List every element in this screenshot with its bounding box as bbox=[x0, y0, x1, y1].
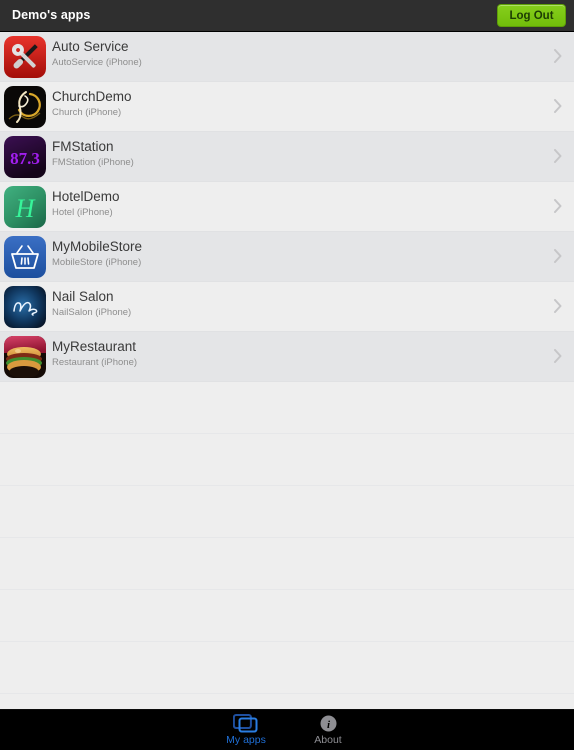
church-icon bbox=[4, 86, 46, 128]
app-subtitle: AutoService (iPhone) bbox=[52, 57, 142, 68]
empty-row bbox=[0, 642, 574, 694]
restaurant-icon bbox=[4, 336, 46, 378]
tab-my-apps-label: My apps bbox=[226, 734, 266, 746]
info-circle-icon: i bbox=[283, 713, 373, 733]
chevron-right-icon bbox=[554, 49, 562, 63]
auto-service-icon bbox=[4, 36, 46, 78]
app-name: HotelDemo bbox=[52, 189, 120, 204]
tab-my-apps[interactable]: My apps bbox=[201, 713, 291, 746]
table-row[interactable]: 87.3 FMStation FMStation (iPhone) bbox=[0, 132, 574, 182]
app-name: Auto Service bbox=[52, 39, 129, 54]
table-row[interactable]: H HotelDemo Hotel (iPhone) bbox=[0, 182, 574, 232]
nailsalon-icon bbox=[4, 286, 46, 328]
tab-about-label: About bbox=[314, 734, 342, 746]
tab-about[interactable]: i About bbox=[283, 713, 373, 746]
empty-row bbox=[0, 538, 574, 590]
table-row[interactable]: ChurchDemo Church (iPhone) bbox=[0, 82, 574, 132]
row-text: Nail Salon NailSalon (iPhone) bbox=[52, 289, 538, 319]
chevron-right-icon bbox=[554, 349, 562, 363]
table-row[interactable]: Nail Salon NailSalon (iPhone) bbox=[0, 282, 574, 332]
app-list[interactable]: Auto Service AutoService (iPhone) Church… bbox=[0, 32, 574, 710]
empty-row bbox=[0, 486, 574, 538]
chevron-right-icon bbox=[554, 199, 562, 213]
app-subtitle: Church (iPhone) bbox=[52, 107, 122, 118]
fmstation-icon: 87.3 bbox=[4, 136, 46, 178]
hotel-icon: H bbox=[4, 186, 46, 228]
row-text: ChurchDemo Church (iPhone) bbox=[52, 89, 538, 119]
app-name: Nail Salon bbox=[52, 289, 114, 304]
row-text: FMStation FMStation (iPhone) bbox=[52, 139, 538, 169]
screens-icon bbox=[201, 713, 291, 733]
row-text: Auto Service AutoService (iPhone) bbox=[52, 39, 538, 69]
app-name: MyMobileStore bbox=[52, 239, 143, 254]
app-subtitle: MobileStore (iPhone) bbox=[52, 257, 142, 268]
chevron-right-icon bbox=[554, 249, 562, 263]
row-text: HotelDemo Hotel (iPhone) bbox=[52, 189, 538, 219]
app-subtitle: Restaurant (iPhone) bbox=[52, 357, 138, 368]
logout-button[interactable]: Log Out bbox=[497, 4, 566, 27]
app-header: Demo's apps Log Out bbox=[0, 0, 574, 32]
row-text: MyMobileStore MobileStore (iPhone) bbox=[52, 239, 538, 269]
app-subtitle: FMStation (iPhone) bbox=[52, 157, 134, 168]
table-row[interactable]: MyRestaurant Restaurant (iPhone) bbox=[0, 332, 574, 382]
fmstation-frequency-label: 87.3 bbox=[10, 149, 40, 168]
app-subtitle: NailSalon (iPhone) bbox=[52, 307, 132, 318]
row-text: MyRestaurant Restaurant (iPhone) bbox=[52, 339, 538, 369]
svg-text:H: H bbox=[15, 194, 36, 223]
empty-row bbox=[0, 434, 574, 486]
app-name: ChurchDemo bbox=[52, 89, 132, 104]
table-row[interactable]: MyMobileStore MobileStore (iPhone) bbox=[0, 232, 574, 282]
mobilestore-icon bbox=[4, 236, 46, 278]
app-name: MyRestaurant bbox=[52, 339, 137, 354]
app-subtitle: Hotel (iPhone) bbox=[52, 207, 113, 218]
table-row[interactable]: Auto Service AutoService (iPhone) bbox=[0, 32, 574, 82]
tab-bar: My apps i About bbox=[0, 709, 574, 750]
chevron-right-icon bbox=[554, 149, 562, 163]
chevron-right-icon bbox=[554, 99, 562, 113]
app-name: FMStation bbox=[52, 139, 114, 154]
empty-row bbox=[0, 590, 574, 642]
chevron-right-icon bbox=[554, 299, 562, 313]
page-title: Demo's apps bbox=[12, 8, 91, 22]
empty-row bbox=[0, 382, 574, 434]
